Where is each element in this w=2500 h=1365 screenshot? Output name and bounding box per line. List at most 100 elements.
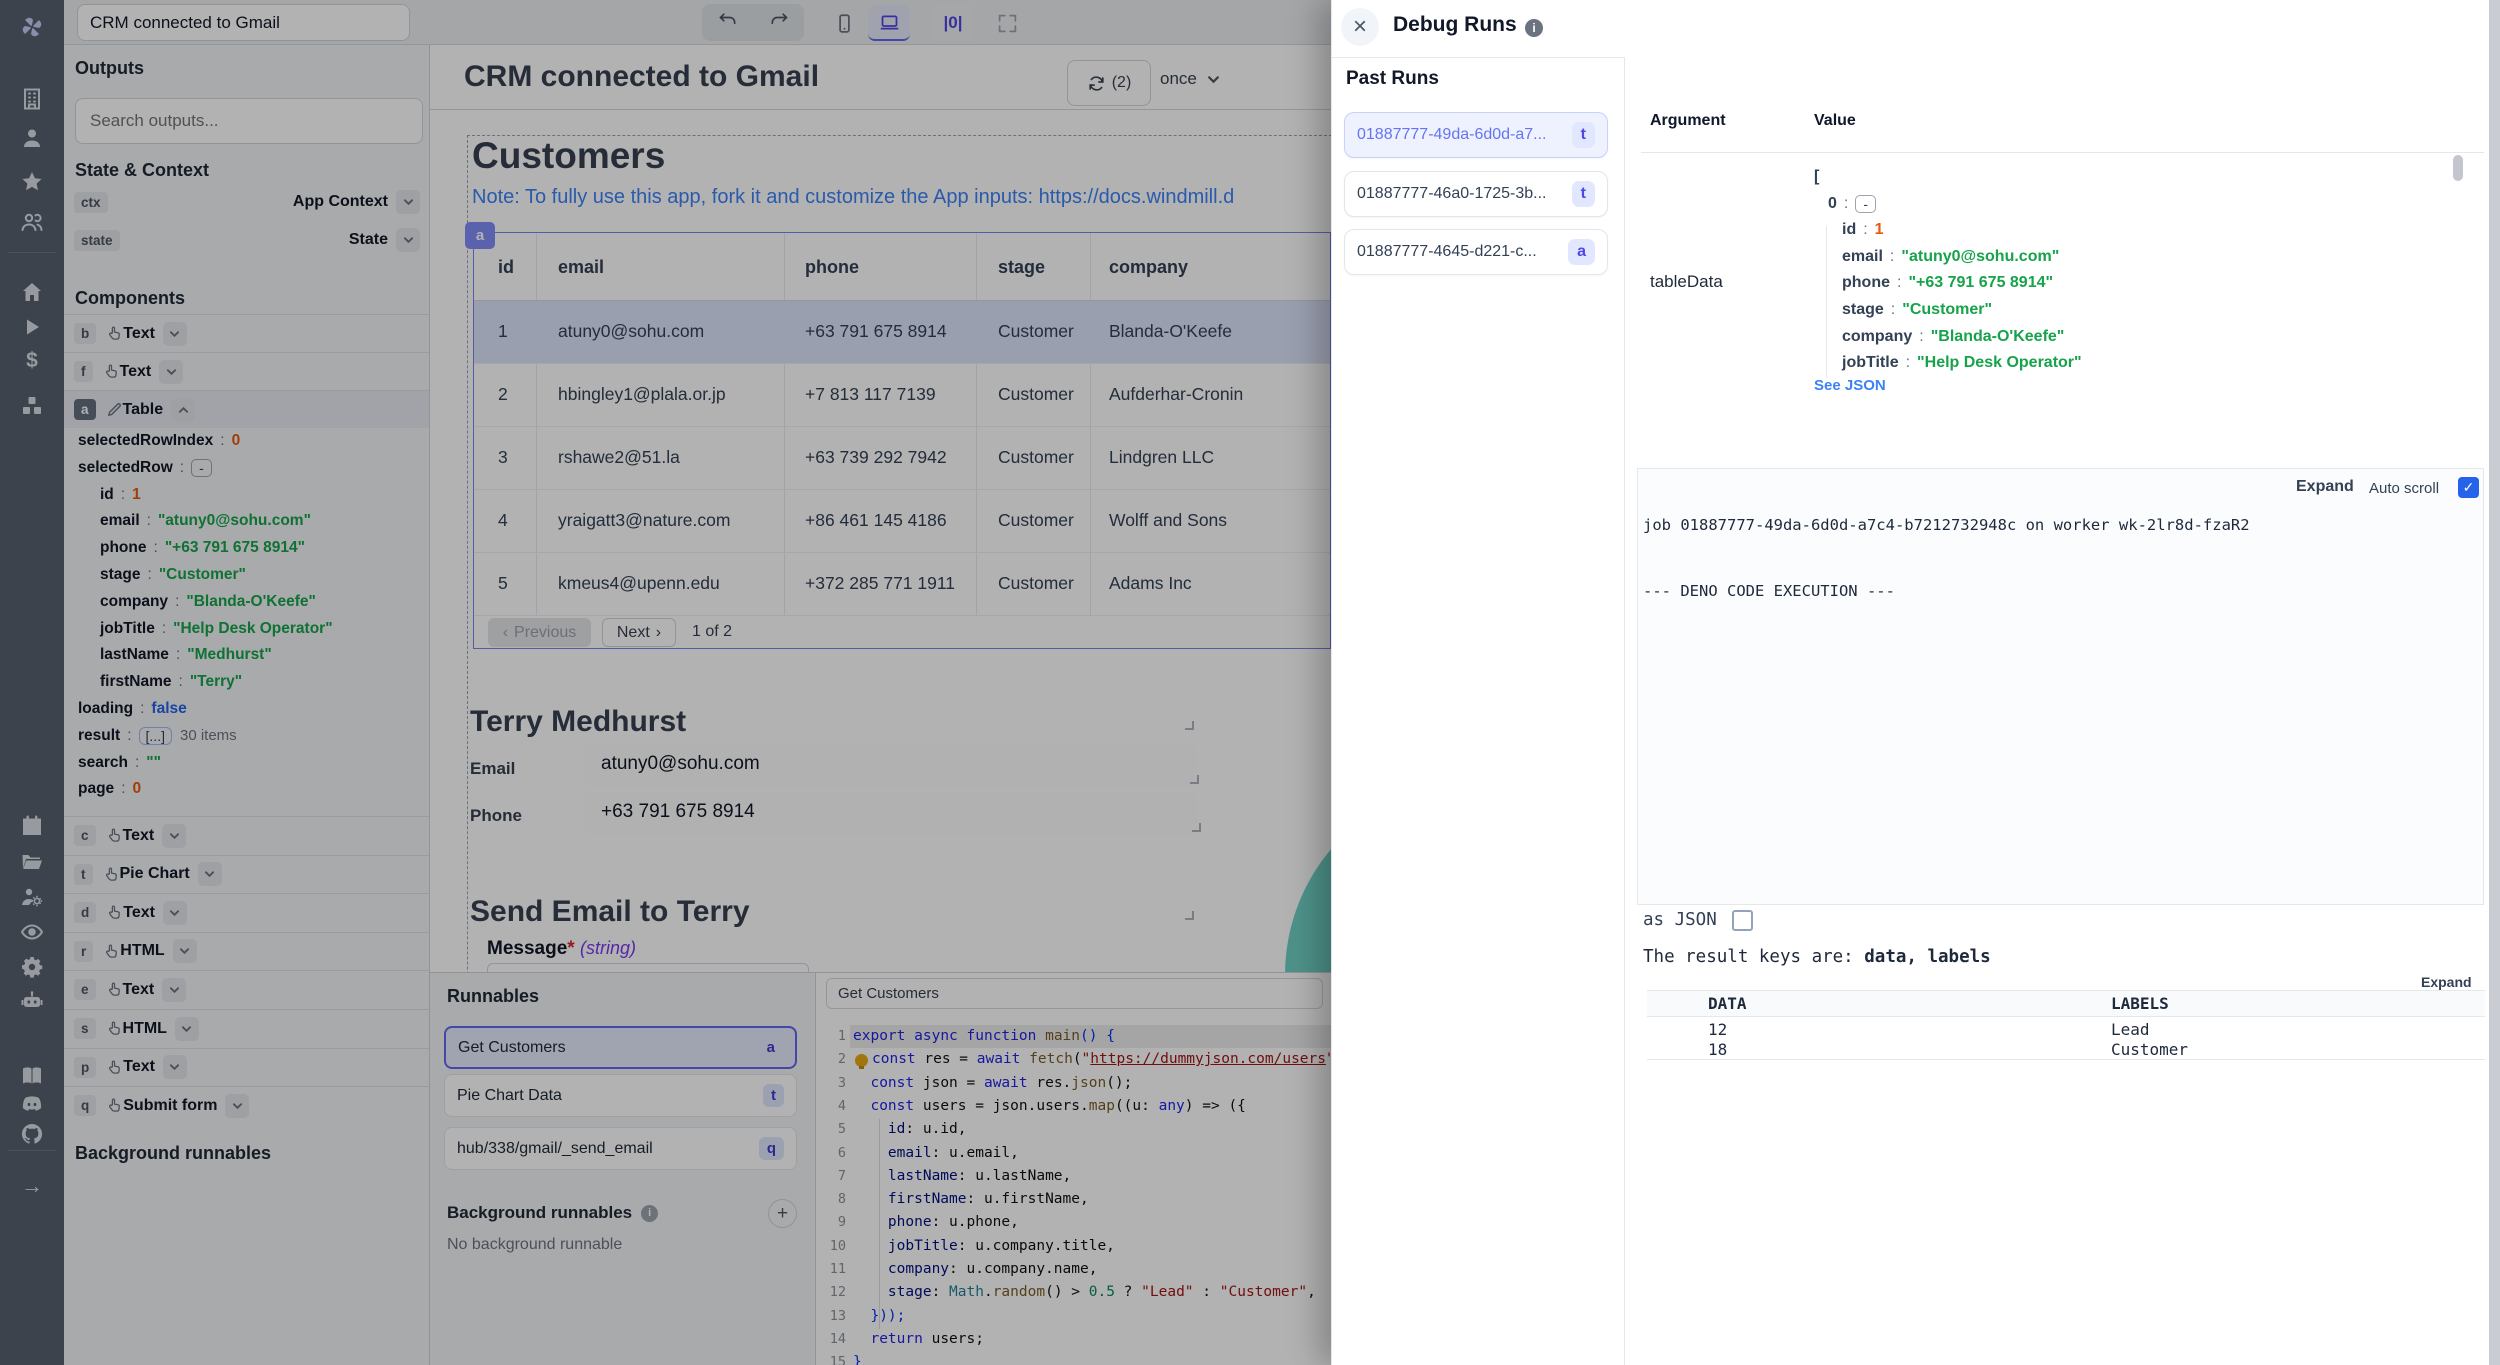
context-row-state[interactable]: stateState xyxy=(64,224,430,256)
code-line[interactable]: jobTitle: u.company.title, xyxy=(853,1235,1115,1258)
folder-icon[interactable] xyxy=(0,845,64,879)
chevron-down-icon[interactable] xyxy=(163,322,187,346)
code-line[interactable]: phone: u.phone, xyxy=(853,1211,1019,1234)
next-page-button[interactable]: Next› xyxy=(602,618,676,647)
component-row-p[interactable]: pText xyxy=(64,1048,430,1086)
table-row[interactable]: 3rshawe2@51.la+63 739 292 7942CustomerLi… xyxy=(474,427,1330,490)
code-line[interactable]: } xyxy=(853,1351,862,1365)
runnable-item[interactable]: hub/338/gmail/_send_emailq xyxy=(444,1127,797,1170)
code-line[interactable]: const users = json.users.map((u: any) =>… xyxy=(853,1095,1246,1118)
component-row-a[interactable]: aTable xyxy=(64,390,430,428)
chevron-down-icon[interactable] xyxy=(162,978,186,1002)
code-line[interactable]: company: u.company.name, xyxy=(853,1258,1097,1281)
cubes-icon[interactable] xyxy=(0,389,64,423)
robot-icon[interactable] xyxy=(0,984,64,1018)
chevron-down-icon[interactable] xyxy=(163,1055,187,1079)
runnable-item[interactable]: Get Customersa xyxy=(444,1026,797,1069)
past-run-card[interactable]: 01887777-4645-d221-c...a xyxy=(1344,229,1608,275)
component-row-f[interactable]: fText xyxy=(64,352,430,390)
eye-icon[interactable] xyxy=(0,915,64,949)
home-icon[interactable] xyxy=(0,275,64,309)
chevron-down-icon[interactable] xyxy=(173,939,197,963)
resize-corner[interactable] xyxy=(1185,721,1194,730)
add-background-runnable-button[interactable]: + xyxy=(768,1199,797,1228)
chevron-down-icon[interactable] xyxy=(175,1017,199,1041)
code-line[interactable]: })); xyxy=(853,1305,905,1328)
log-expand-link[interactable]: Expand xyxy=(2296,478,2354,496)
result-expand-link[interactable]: Expand xyxy=(2421,974,2472,990)
chevron-down-icon[interactable] xyxy=(159,360,183,384)
close-icon[interactable]: × xyxy=(1341,8,1379,46)
redo-icon[interactable] xyxy=(769,10,789,35)
chevron-down-icon[interactable] xyxy=(198,862,222,886)
resize-corner[interactable] xyxy=(1190,775,1199,784)
fullscreen-button[interactable] xyxy=(988,5,1026,41)
phone-value: +63 791 675 8914 xyxy=(585,793,1197,831)
table-cell: Adams Inc xyxy=(1109,573,1192,594)
star-icon[interactable] xyxy=(0,165,64,199)
gear-icon[interactable] xyxy=(0,950,64,984)
past-run-card[interactable]: 01887777-49da-6d0d-a7...t xyxy=(1344,112,1608,158)
chevron-down-icon[interactable] xyxy=(162,824,186,848)
table-row[interactable]: 2hbingley1@plala.or.jp+7 813 117 7139Cus… xyxy=(474,364,1330,427)
component-row-e[interactable]: eText xyxy=(64,970,430,1008)
runnable-name-input[interactable] xyxy=(826,978,1323,1009)
chevron-up-icon[interactable] xyxy=(171,398,195,422)
customers-table[interactable]: idemailphonestagecompany1atuny0@sohu.com… xyxy=(473,232,1331,649)
chevron-down-icon[interactable] xyxy=(225,1094,249,1118)
code-line[interactable]: firstName: u.firstName, xyxy=(853,1188,1089,1211)
code-line[interactable]: lastName: u.lastName, xyxy=(853,1165,1071,1188)
search-outputs-input[interactable] xyxy=(75,98,423,144)
dollar-icon[interactable]: $ xyxy=(0,344,64,378)
autoscroll-checkbox[interactable]: ✓ xyxy=(2458,477,2479,498)
table-row[interactable]: 5kmeus4@upenn.edu+372 285 771 1911Custom… xyxy=(474,553,1330,616)
component-row-r[interactable]: rHTML xyxy=(64,932,430,970)
code-line[interactable]: const json = await res.json(); xyxy=(853,1072,1132,1095)
mobile-view-button[interactable] xyxy=(825,5,863,41)
code-line[interactable]: email: u.email, xyxy=(853,1142,1019,1165)
previous-page-button[interactable]: ‹Previous xyxy=(488,618,591,647)
refresh-button[interactable]: (2) xyxy=(1067,60,1151,106)
lightbulb-icon[interactable] xyxy=(855,1054,868,1067)
component-row-d[interactable]: dText xyxy=(64,893,430,931)
github-icon[interactable] xyxy=(0,1117,64,1151)
user-icon[interactable] xyxy=(0,121,64,155)
code-line[interactable]: const res = await fetch("https://dummyjs… xyxy=(872,1048,1331,1071)
zero-width-button[interactable]: |0| xyxy=(932,5,974,41)
user-group-icon[interactable] xyxy=(0,205,64,239)
calendar-icon[interactable] xyxy=(0,809,64,843)
table-row[interactable]: 1atuny0@sohu.com+63 791 675 8914Customer… xyxy=(474,301,1330,364)
component-row-q[interactable]: qSubmit form xyxy=(64,1086,430,1124)
as-json-checkbox[interactable] xyxy=(1732,910,1753,931)
schedule-dropdown[interactable]: once xyxy=(1160,69,1220,89)
json-scrollbar-thumb[interactable] xyxy=(2453,155,2463,181)
windmill-logo-icon[interactable] xyxy=(0,10,64,44)
runnable-item[interactable]: Pie Chart Datat xyxy=(444,1074,797,1117)
chevron-down-icon[interactable] xyxy=(163,901,187,925)
past-run-card[interactable]: 01887777-46a0-1725-3b...t xyxy=(1344,171,1608,217)
component-row-c[interactable]: cText xyxy=(64,816,430,854)
resize-corner[interactable] xyxy=(1192,823,1201,832)
component-row-b[interactable]: bText xyxy=(64,314,430,352)
code-line[interactable]: stage: Math.random() > 0.5 ? "Lead" : "C… xyxy=(853,1281,1316,1304)
code-line[interactable]: export async function main() { xyxy=(853,1025,1115,1048)
code-line[interactable]: id: u.id, xyxy=(853,1118,967,1141)
arrow-right-icon[interactable]: → xyxy=(0,1169,64,1203)
context-row-ctx[interactable]: ctxApp Context xyxy=(64,186,430,218)
see-json-link[interactable]: See JSON xyxy=(1814,377,1886,394)
code-line[interactable]: return users; xyxy=(853,1328,984,1351)
discord-icon[interactable] xyxy=(0,1087,64,1121)
component-row-s[interactable]: sHTML xyxy=(64,1009,430,1047)
drawer-scrollbar[interactable] xyxy=(2489,0,2500,1365)
play-icon[interactable] xyxy=(0,310,64,344)
chevron-down-icon[interactable] xyxy=(396,190,420,214)
resize-corner[interactable] xyxy=(1185,911,1194,920)
building-icon[interactable] xyxy=(0,82,64,116)
desktop-view-button[interactable] xyxy=(868,5,910,41)
component-row-t[interactable]: tPie Chart xyxy=(64,855,430,893)
undo-icon[interactable] xyxy=(718,10,738,35)
app-title-input[interactable] xyxy=(77,4,410,41)
table-row[interactable]: 4yraigatt3@nature.com+86 461 145 4186Cus… xyxy=(474,490,1330,553)
user-gear-icon[interactable] xyxy=(0,880,64,914)
chevron-down-icon[interactable] xyxy=(396,228,420,252)
